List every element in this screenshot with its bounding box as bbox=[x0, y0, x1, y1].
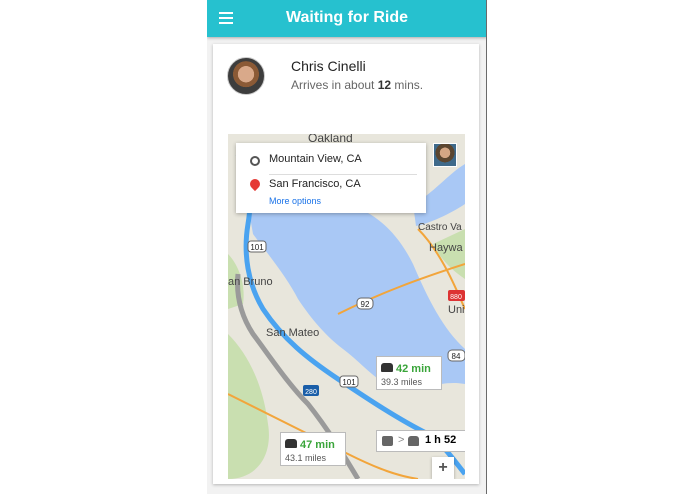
route-primary-box[interactable]: 42 min 39.3 miles bbox=[376, 356, 442, 390]
transit-option[interactable]: > 1 h 52 bbox=[376, 430, 465, 452]
destination-text[interactable]: San Francisco, CA bbox=[269, 178, 361, 190]
shield-92: 92 bbox=[361, 300, 370, 309]
ride-card: Chris Cinelli Arrives in about 12 mins. bbox=[213, 44, 479, 484]
directions-panel: Mountain View, CA San Francisco, CA More… bbox=[236, 143, 426, 213]
eta-suffix: mins. bbox=[394, 78, 424, 92]
route-primary-time: 42 min bbox=[396, 363, 431, 375]
shield-101-mid: 101 bbox=[342, 378, 356, 387]
eta-text: Arrives in about 12 mins. bbox=[291, 78, 423, 92]
eta-minutes: 12 bbox=[377, 78, 392, 92]
origin-text[interactable]: Mountain View, CA bbox=[269, 153, 362, 165]
label-union-city: Uni bbox=[448, 304, 465, 316]
shield-101-top: 101 bbox=[250, 243, 264, 252]
phone-screen: Waiting for Ride Chris Cinelli Arrives i… bbox=[207, 0, 487, 494]
route-alternate-distance: 43.1 miles bbox=[285, 453, 327, 463]
app-title: Waiting for Ride bbox=[285, 9, 409, 26]
user-thumbnail[interactable] bbox=[433, 143, 457, 167]
origin-icon bbox=[250, 156, 260, 166]
driver-name: Chris Cinelli bbox=[291, 58, 366, 74]
zoom-in-button[interactable]: + bbox=[432, 457, 454, 479]
route-map[interactable]: 101 92 880 84 280 101 280 Oakland Castro… bbox=[228, 134, 465, 479]
driver-avatar[interactable] bbox=[227, 57, 265, 95]
frame-divider bbox=[486, 0, 487, 494]
bus-icon bbox=[382, 436, 393, 446]
label-hayward: Haywa bbox=[429, 242, 463, 254]
more-options-link[interactable]: More options bbox=[269, 196, 321, 206]
route-primary-distance: 39.3 miles bbox=[381, 377, 423, 387]
label-san-mateo: San Mateo bbox=[266, 327, 320, 339]
directions-divider bbox=[269, 174, 417, 175]
destination-pin-icon bbox=[247, 176, 263, 192]
eta-prefix: Arrives in about bbox=[291, 78, 375, 92]
shield-84: 84 bbox=[452, 352, 461, 361]
car-icon bbox=[381, 363, 393, 373]
label-castro-valley: Castro Va bbox=[418, 222, 462, 233]
shield-280: 280 bbox=[305, 389, 317, 396]
route-alternate-box[interactable]: 47 min 43.1 miles bbox=[280, 432, 346, 466]
car-icon bbox=[285, 439, 297, 449]
route-alternate-time: 47 min bbox=[300, 439, 335, 451]
train-icon bbox=[408, 436, 419, 446]
transit-separator: > bbox=[398, 434, 405, 446]
shield-880: 880 bbox=[450, 294, 462, 301]
label-san-bruno: an Bruno bbox=[228, 276, 273, 288]
transit-time: 1 h 52 bbox=[425, 434, 457, 446]
app-bar: Waiting for Ride bbox=[207, 0, 487, 37]
